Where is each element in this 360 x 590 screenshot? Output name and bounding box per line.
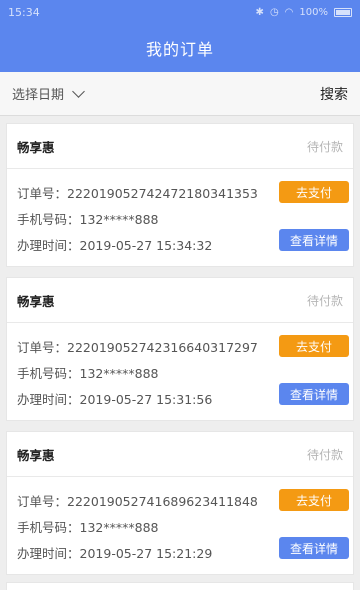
- order-time: 2019-05-27 15:31:56: [79, 392, 213, 407]
- order-card-body: 订单号：222019052742316640317297 手机号码：132***…: [7, 323, 353, 421]
- order-card-header: 畅享惠 待付款: [7, 432, 353, 477]
- order-card-partial: [6, 582, 354, 590]
- order-card-body: 订单号：222019052741689623411848 手机号码：132***…: [7, 477, 353, 575]
- chevron-down-icon: [72, 85, 85, 98]
- status-bar: 15:34 ✱ ◷ ◠ 100%: [0, 0, 360, 24]
- order-number: 222019052742472180341353: [67, 186, 258, 201]
- date-picker[interactable]: 选择日期: [12, 84, 85, 103]
- phone-number: 132*****888: [79, 520, 159, 535]
- alarm-icon: ◷: [269, 6, 279, 18]
- order-card: 畅享惠 待付款 订单号：222019052741689623411848 手机号…: [6, 431, 354, 575]
- page-title: 我的订单: [145, 40, 214, 59]
- order-card-body: 订单号：222019052742472180341353 手机号码：132***…: [7, 169, 353, 267]
- view-details-button[interactable]: 查看详情: [279, 229, 349, 251]
- order-number-label: 订单号：: [17, 494, 68, 509]
- order-card-header: 畅享惠 待付款: [7, 278, 353, 323]
- order-time: 2019-05-27 15:21:29: [79, 546, 213, 561]
- order-status: 待付款: [306, 293, 343, 308]
- pay-button[interactable]: 去支付: [279, 181, 349, 203]
- phone-label: 手机号码：: [17, 520, 80, 535]
- pay-button[interactable]: 去支付: [279, 335, 349, 357]
- order-product-name: 畅享惠: [17, 447, 55, 463]
- view-details-button[interactable]: 查看详情: [279, 383, 349, 405]
- order-number: 222019052742316640317297: [67, 340, 258, 355]
- order-number-label: 订单号：: [17, 340, 68, 355]
- phone-label: 手机号码：: [17, 212, 80, 227]
- order-status: 待付款: [306, 447, 343, 462]
- order-number: 222019052741689623411848: [67, 494, 258, 509]
- phone-label: 手机号码：: [17, 366, 80, 381]
- bluetooth-icon: ✱: [255, 6, 264, 18]
- status-icons: ✱ ◷ ◠ 100%: [256, 7, 352, 18]
- view-details-button[interactable]: 查看详情: [279, 537, 349, 559]
- order-product-name: 畅享惠: [17, 139, 55, 155]
- order-card: 畅享惠 待付款 订单号：222019052742316640317297 手机号…: [6, 277, 354, 421]
- time-label: 办理时间：: [17, 392, 80, 407]
- search-button[interactable]: 搜索: [320, 84, 348, 104]
- time-label: 办理时间：: [17, 238, 80, 253]
- battery-icon: [334, 7, 352, 17]
- phone-number: 132*****888: [79, 212, 159, 227]
- order-time: 2019-05-27 15:34:32: [79, 238, 213, 253]
- order-status: 待付款: [306, 139, 343, 154]
- filter-bar: 选择日期 搜索: [0, 72, 360, 116]
- status-time: 15:34: [8, 5, 40, 19]
- wifi-icon: ◠: [284, 6, 294, 18]
- order-card: 畅享惠 待付款 订单号：222019052742472180341353 手机号…: [6, 123, 354, 267]
- pay-button[interactable]: 去支付: [279, 489, 349, 511]
- order-product-name: 畅享惠: [17, 293, 55, 309]
- battery-text: 100%: [299, 6, 328, 18]
- phone-number: 132*****888: [79, 366, 159, 381]
- order-card-header: 畅享惠 待付款: [7, 124, 353, 169]
- date-picker-label: 选择日期: [12, 88, 65, 103]
- order-number-label: 订单号：: [17, 186, 68, 201]
- time-label: 办理时间：: [17, 546, 80, 561]
- app-header: 15:34 ✱ ◷ ◠ 100% 我的订单: [0, 0, 360, 72]
